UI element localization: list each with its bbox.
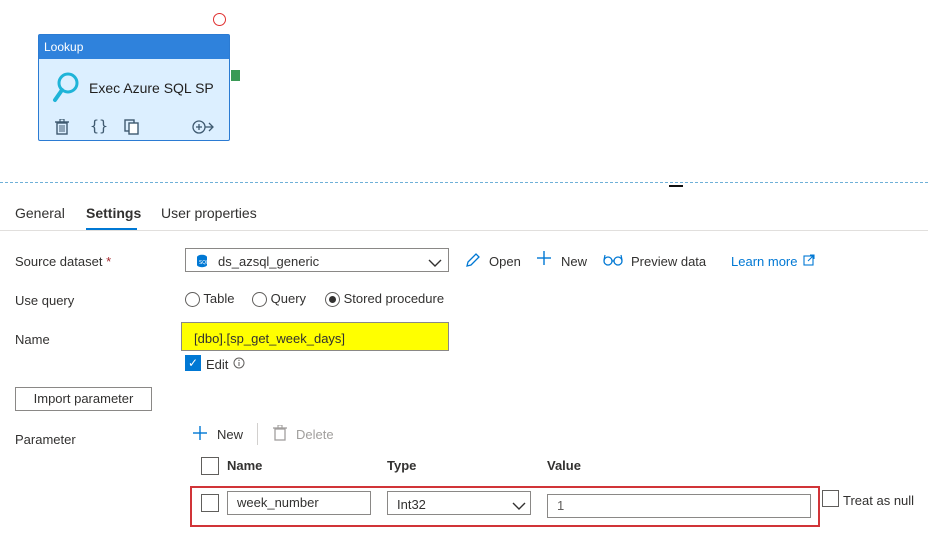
param-delete-button[interactable]: Delete (296, 427, 334, 442)
source-dataset-label-text: Source dataset (15, 254, 103, 269)
success-output-handle[interactable] (231, 70, 240, 81)
row-checkbox[interactable] (201, 494, 219, 512)
param-value-input[interactable]: 1 (547, 494, 811, 518)
edit-pencil-icon[interactable] (465, 252, 481, 271)
source-dataset-value: ds_azsql_generic (218, 254, 320, 269)
radio-stored-procedure-label: Stored procedure (343, 291, 445, 306)
external-link-icon[interactable] (803, 254, 815, 269)
radio-stored-procedure-circle[interactable] (325, 292, 340, 308)
param-type-value: Int32 (397, 497, 426, 512)
edit-checkbox[interactable]: ✓ (185, 355, 201, 371)
activity-name: Exec Azure SQL SP (89, 80, 214, 96)
delete-icon[interactable] (55, 118, 69, 139)
tabs-divider (0, 230, 928, 231)
failure-output-handle[interactable] (213, 13, 226, 26)
select-all-checkbox[interactable] (201, 457, 219, 475)
glasses-icon[interactable] (603, 254, 623, 269)
radio-table-circle[interactable] (185, 292, 200, 308)
column-header-type: Type (387, 458, 417, 473)
info-icon[interactable] (233, 357, 245, 372)
column-header-name: Name (227, 458, 263, 473)
lookup-search-icon (51, 71, 81, 108)
tab-settings[interactable]: Settings (86, 205, 141, 221)
preview-data-button[interactable]: Preview data (631, 254, 706, 269)
edit-label: Edit (206, 357, 229, 372)
param-delete-icon[interactable] (273, 424, 287, 444)
param-name-input[interactable]: week_number (227, 491, 371, 515)
activity-type-label: Lookup (39, 35, 229, 59)
required-mark: * (106, 254, 112, 269)
treat-as-null-checkbox[interactable] (822, 490, 839, 507)
radio-query[interactable]: Query (252, 291, 307, 308)
type-chevron-down-icon (512, 499, 526, 514)
import-parameter-button[interactable]: Import parameter (15, 387, 152, 411)
new-dataset-button[interactable]: New (561, 254, 587, 269)
radio-query-circle[interactable] (252, 292, 267, 308)
parameter-label: Parameter (15, 432, 76, 447)
use-query-label: Use query (15, 293, 75, 308)
name-label: Name (15, 332, 50, 347)
sp-name-value: [dbo].[sp_get_week_days] (194, 331, 346, 346)
radio-query-label: Query (270, 291, 307, 306)
splitter-handle[interactable] (669, 185, 683, 187)
sp-name-input[interactable]: [dbo].[sp_get_week_days] (181, 322, 449, 351)
add-output-icon[interactable] (192, 120, 214, 137)
plus-icon[interactable] (536, 250, 552, 269)
radio-stored-procedure[interactable]: Stored procedure (325, 291, 445, 308)
param-plus-icon[interactable] (192, 425, 208, 444)
svg-text:SQL: SQL (199, 260, 208, 266)
treat-as-null-label: Treat as null (843, 493, 915, 508)
code-icon[interactable]: {} (90, 117, 108, 135)
source-dataset-label: Source dataset * (15, 254, 111, 269)
tab-general[interactable]: General (15, 205, 65, 221)
database-icon: SQL (196, 254, 209, 271)
toolbar-divider (257, 423, 258, 445)
param-new-button[interactable]: New (217, 427, 243, 442)
radio-table[interactable]: Table (185, 291, 235, 308)
param-type-select[interactable]: Int32 (387, 491, 531, 515)
source-dataset-select[interactable]: SQL ds_azsql_generic (185, 248, 449, 272)
radio-table-label: Table (203, 291, 235, 306)
lookup-activity-card[interactable]: Lookup Exec Azure SQL SP {} (38, 34, 230, 141)
column-header-value: Value (547, 458, 581, 473)
copy-icon[interactable] (124, 119, 140, 138)
tab-user-properties[interactable]: User properties (161, 205, 257, 221)
open-dataset-button[interactable]: Open (489, 254, 521, 269)
chevron-down-icon (428, 256, 442, 271)
panel-splitter[interactable] (0, 182, 928, 183)
learn-more-link[interactable]: Learn more (731, 254, 797, 269)
